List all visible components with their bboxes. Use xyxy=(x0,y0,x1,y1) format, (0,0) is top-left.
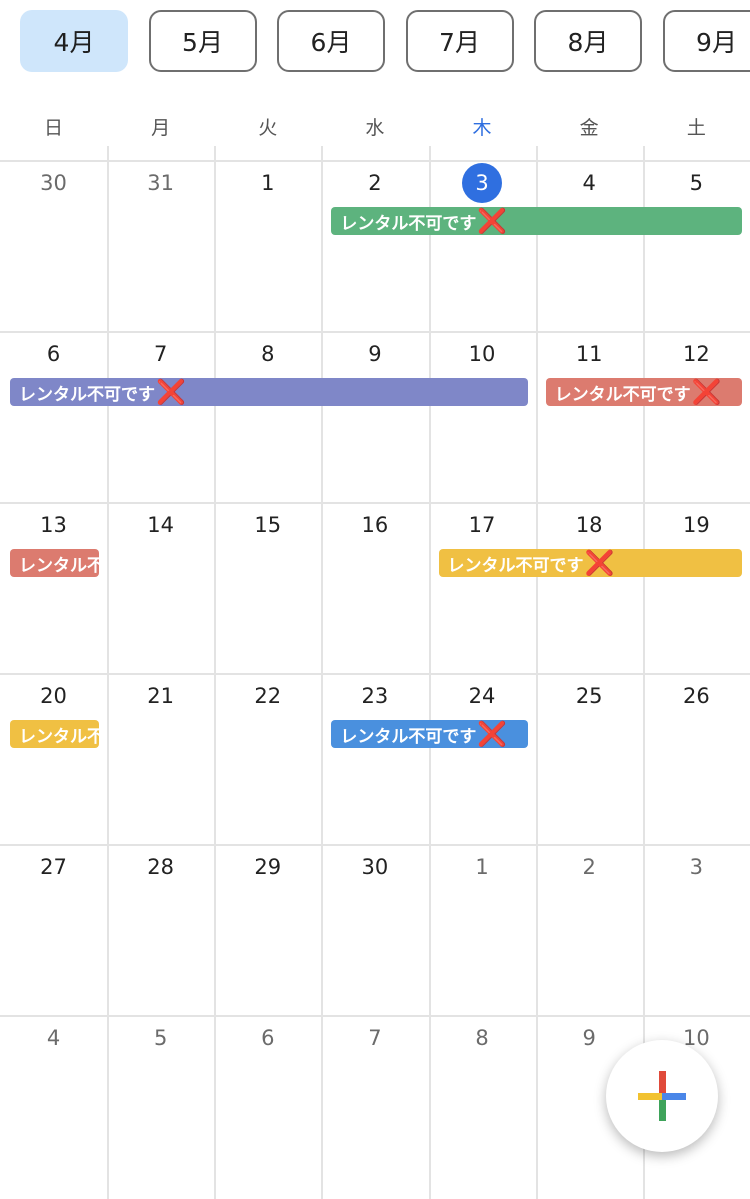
day-number[interactable]: 30 xyxy=(0,162,107,204)
day-number[interactable]: 2 xyxy=(321,162,428,204)
event-bar[interactable]: レンタル不可です❌ xyxy=(10,549,100,577)
today-indicator: 3 xyxy=(462,163,503,203)
day-number[interactable]: 15 xyxy=(214,504,321,546)
day-number[interactable]: 7 xyxy=(107,333,214,375)
event-title: レンタル不可です xyxy=(19,384,155,405)
weekday-label: 金 xyxy=(579,116,599,139)
day-number[interactable]: 5 xyxy=(643,162,750,204)
event-title: レンタル不可です xyxy=(447,555,584,576)
event-title: レンタル不可です xyxy=(19,726,100,747)
month-button-8[interactable]: 8月 xyxy=(534,10,642,72)
day-number[interactable]: 26 xyxy=(643,675,750,717)
weekday-label: 月 xyxy=(151,116,171,139)
event-title: レンタル不可です xyxy=(19,555,100,576)
day-number[interactable]: 5 xyxy=(107,1017,214,1059)
day-number[interactable]: 6 xyxy=(0,333,107,375)
day-number[interactable]: 24 xyxy=(429,675,536,717)
event-bar[interactable]: レンタル不可です❌ xyxy=(331,720,528,748)
month-button-9[interactable]: 9月 xyxy=(662,10,750,72)
add-event-button[interactable] xyxy=(606,1040,718,1152)
day-number[interactable]: 1 xyxy=(214,162,321,204)
event-bar[interactable]: レンタル不可です❌ xyxy=(10,720,100,748)
day-number[interactable]: 22 xyxy=(214,675,321,717)
cross-mark-icon: ❌ xyxy=(691,378,722,406)
day-number[interactable]: 1 xyxy=(429,846,536,888)
day-number[interactable]: 4 xyxy=(0,1017,107,1059)
day-number[interactable]: 16 xyxy=(321,504,428,546)
day-number[interactable]: 28 xyxy=(107,846,214,888)
day-number[interactable]: 14 xyxy=(107,504,214,546)
day-number[interactable]: 12 xyxy=(643,333,750,375)
day-number[interactable]: 4 xyxy=(536,162,643,204)
day-number[interactable]: 10 xyxy=(429,333,536,375)
event-title: レンタル不可です xyxy=(340,213,477,234)
month-button-4[interactable]: 4月 xyxy=(20,10,128,72)
day-number[interactable]: 23 xyxy=(321,675,428,717)
weekday-label: 水 xyxy=(365,116,385,139)
day-number[interactable]: 13 xyxy=(0,504,107,546)
cross-mark-icon: ❌ xyxy=(584,549,615,577)
day-number[interactable]: 18 xyxy=(536,504,643,546)
cross-mark-icon: ❌ xyxy=(477,720,508,748)
cross-mark-icon: ❌ xyxy=(477,207,508,235)
day-number[interactable]: 2 xyxy=(536,846,643,888)
day-number[interactable]: 17 xyxy=(429,504,536,546)
event-bar[interactable]: レンタル不可です❌ xyxy=(545,378,742,406)
day-number[interactable]: 3 xyxy=(643,846,750,888)
weekday-label: 火 xyxy=(258,116,278,139)
weekday-label: 木 xyxy=(472,116,492,139)
month-button-7[interactable]: 7月 xyxy=(405,10,514,72)
day-number[interactable]: 11 xyxy=(536,333,643,375)
day-number[interactable]: 30 xyxy=(321,846,428,888)
cross-mark-icon: ❌ xyxy=(156,378,186,406)
day-cell-today[interactable]: 3 xyxy=(429,162,536,204)
day-number[interactable]: 31 xyxy=(107,162,214,204)
day-number[interactable]: 8 xyxy=(429,1017,536,1059)
day-number[interactable]: 27 xyxy=(0,846,107,888)
day-number[interactable]: 8 xyxy=(214,333,321,375)
day-number[interactable]: 7 xyxy=(321,1017,428,1059)
event-bar[interactable]: レンタル不可です❌ xyxy=(438,549,742,577)
month-selector: 4月 5月 6月 7月 8月 9月 xyxy=(0,0,750,90)
event-bar[interactable]: レンタル不可です❌ xyxy=(10,378,528,406)
event-title: レンタル不可です xyxy=(340,726,477,747)
calendar-grid: 30 31 1 2 3 4 5 6 7 8 9 10 11 12 13 14 15 16 17 18 19 20 21 22 2… xyxy=(0,146,750,1199)
day-number[interactable]: 6 xyxy=(214,1017,321,1059)
day-number[interactable]: 19 xyxy=(643,504,750,546)
month-button-5[interactable]: 5月 xyxy=(148,10,257,72)
day-number[interactable]: 21 xyxy=(107,675,214,717)
weekday-label: 土 xyxy=(686,116,706,139)
day-number[interactable]: 20 xyxy=(0,675,107,717)
day-number[interactable]: 9 xyxy=(321,333,428,375)
day-number[interactable]: 29 xyxy=(214,846,321,888)
event-title: レンタル不可です xyxy=(554,384,691,405)
day-number[interactable]: 25 xyxy=(536,675,643,717)
month-button-6[interactable]: 6月 xyxy=(277,10,385,72)
event-bar[interactable]: レンタル不可です❌ xyxy=(331,207,742,235)
weekday-label: 日 xyxy=(43,116,63,139)
